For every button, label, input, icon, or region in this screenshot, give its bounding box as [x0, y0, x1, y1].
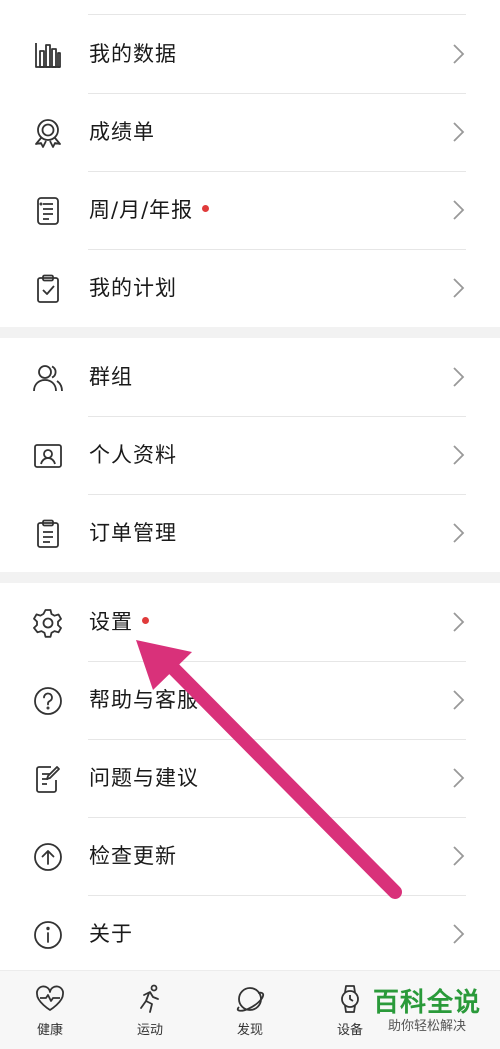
- section-gap: [0, 327, 500, 338]
- heart-pulse-icon: [36, 985, 64, 1011]
- chevron-right-icon: [452, 444, 466, 466]
- menu-item-label: 我的数据: [89, 42, 177, 66]
- menu-section-account: 群组 个人资料 订单管理: [0, 338, 500, 572]
- notification-dot: [142, 616, 149, 624]
- menu-item-label: 个人资料: [89, 443, 177, 467]
- upload-circle-icon: [32, 841, 64, 873]
- menu-item-report-card[interactable]: 成绩单: [0, 93, 500, 171]
- help-circle-icon: [32, 685, 64, 717]
- running-icon: [140, 984, 159, 1013]
- menu-item-my-plan[interactable]: 我的计划: [0, 249, 500, 327]
- chevron-right-icon: [452, 43, 466, 65]
- menu-item-label: 群组: [89, 365, 133, 389]
- edit-note-icon: [32, 763, 64, 795]
- watermark: 百科全说 助你轻松解决: [368, 988, 486, 1036]
- menu-item-label: 我的计划: [89, 276, 177, 300]
- tab-label: 健康: [36, 1023, 63, 1038]
- chevron-right-icon: [452, 611, 466, 633]
- tab-label: 发现: [236, 1023, 263, 1038]
- watermark-subtitle: 助你轻松解决: [387, 1019, 466, 1034]
- chevron-right-icon: [452, 767, 466, 789]
- chevron-right-icon: [452, 923, 466, 945]
- tab-label: 运动: [136, 1023, 163, 1038]
- chevron-right-icon: [452, 121, 466, 143]
- bar-chart-icon: [32, 39, 64, 71]
- menu-item-orders[interactable]: 订单管理: [0, 494, 500, 572]
- id-card-icon: [32, 440, 64, 472]
- menu-item-settings[interactable]: 设置: [0, 583, 500, 661]
- menu-item-label: 帮助与客服: [89, 688, 199, 712]
- menu-section-data: 我的数据 成绩单 周/月/年报 我的计划: [0, 15, 500, 327]
- clipboard-check-icon: [32, 273, 64, 305]
- watch-icon: [341, 985, 359, 1013]
- document-list-icon: [32, 195, 64, 227]
- menu-item-my-data[interactable]: 我的数据: [0, 15, 500, 93]
- menu-item-reports[interactable]: 周/月/年报: [0, 171, 500, 249]
- menu-item-help[interactable]: 帮助与客服: [0, 661, 500, 739]
- tab-sport[interactable]: 运动: [120, 983, 180, 1043]
- menu-item-update[interactable]: 检查更新: [0, 817, 500, 895]
- menu-item-groups[interactable]: 群组: [0, 338, 500, 416]
- menu-item-about[interactable]: 关于: [0, 895, 500, 973]
- tab-health[interactable]: 健康: [20, 983, 80, 1043]
- people-icon: [32, 362, 64, 394]
- menu-item-label: 问题与建议: [89, 766, 199, 790]
- clipboard-list-icon: [32, 518, 64, 550]
- menu-section-system: 设置 帮助与客服 问题与建议 检查更新 关于: [0, 583, 500, 973]
- planet-icon: [236, 987, 265, 1012]
- menu-item-profile[interactable]: 个人资料: [0, 416, 500, 494]
- menu-item-label: 周/月/年报: [89, 195, 210, 225]
- menu-item-feedback[interactable]: 问题与建议: [0, 739, 500, 817]
- menu-item-label: 成绩单: [89, 120, 155, 144]
- gear-icon: [32, 607, 64, 639]
- settings-menu-screen: 我的数据 成绩单 周/月/年报 我的计划 群组 个人资料 订单管理 设置 帮助与…: [0, 0, 500, 1049]
- menu-item-label: 关于: [89, 922, 133, 946]
- info-circle-icon: [32, 919, 64, 951]
- chevron-right-icon: [452, 845, 466, 867]
- notification-dot: [202, 204, 210, 212]
- menu-item-label: 订单管理: [89, 521, 177, 545]
- tab-discover[interactable]: 发现: [220, 983, 280, 1043]
- watermark-title: 百科全说: [372, 988, 481, 1018]
- chevron-right-icon: [452, 277, 466, 299]
- chevron-right-icon: [452, 199, 466, 221]
- chevron-right-icon: [452, 366, 466, 388]
- chevron-right-icon: [452, 689, 466, 711]
- menu-item-label: 设置: [89, 607, 149, 637]
- section-gap: [0, 572, 500, 583]
- chevron-right-icon: [452, 522, 466, 544]
- menu-item-label: 检查更新: [89, 844, 177, 868]
- medal-icon: [32, 117, 64, 149]
